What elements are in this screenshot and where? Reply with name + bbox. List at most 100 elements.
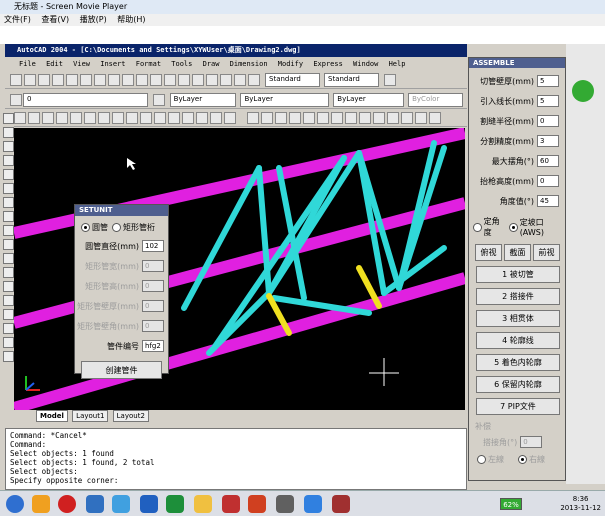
explode-icon[interactable] [224, 112, 236, 124]
menu-format[interactable]: Format [136, 60, 161, 68]
menu-dimension[interactable]: Dimension [230, 60, 268, 68]
menu-view[interactable]: View [73, 60, 90, 68]
point-icon[interactable] [3, 295, 14, 306]
chamfer-icon[interactable] [196, 112, 208, 124]
zoom-previous-icon[interactable] [206, 73, 218, 86]
kerf-radius-input[interactable]: 0 [537, 115, 559, 127]
zoom-window-icon[interactable] [192, 73, 204, 86]
tab-model[interactable]: Model [36, 410, 68, 422]
firefox-icon[interactable] [32, 495, 50, 513]
make-current-icon[interactable] [152, 93, 165, 106]
undo-icon[interactable] [136, 73, 148, 86]
print-icon[interactable] [52, 73, 64, 86]
diameter-input[interactable]: 102 [142, 240, 164, 252]
clock[interactable]: 8:36 2013-11-12 [560, 495, 601, 513]
menu-edit[interactable]: Edit [46, 60, 63, 68]
fixed-groove-radio[interactable] [509, 222, 518, 232]
step-intersect-button[interactable]: 3 相贯体 [476, 310, 560, 327]
rect-tube-radio[interactable] [112, 223, 121, 232]
app-icon[interactable] [332, 495, 350, 513]
excel-icon[interactable] [166, 495, 184, 513]
cut-icon[interactable] [80, 73, 92, 86]
dim-style-combo[interactable]: Standard [324, 72, 379, 87]
lead-in-input[interactable]: 5 [537, 95, 559, 107]
table-icon[interactable] [3, 337, 14, 348]
wall-thickness-input[interactable]: 5 [537, 75, 559, 87]
copy-object-icon[interactable] [28, 112, 40, 124]
interfere-icon[interactable] [387, 112, 399, 124]
tool-palette-icon[interactable] [248, 73, 260, 86]
extend-icon[interactable] [154, 112, 166, 124]
cylinder-icon[interactable] [275, 112, 287, 124]
mtext-icon[interactable] [3, 351, 14, 362]
polyline-icon[interactable] [3, 141, 14, 152]
step-lap-part-button[interactable]: 2 搭接件 [476, 288, 560, 305]
acad-task-icon[interactable] [276, 495, 294, 513]
design-center-icon[interactable] [234, 73, 246, 86]
circle-icon[interactable] [3, 197, 14, 208]
hatch-icon[interactable] [3, 309, 14, 320]
step-pip-file-button[interactable]: 7 PIP文件 [476, 398, 560, 415]
menu-view[interactable]: 查看(V) [41, 15, 69, 24]
layer-combo[interactable]: 0 [22, 92, 148, 107]
tab-layout2[interactable]: Layout2 [112, 410, 149, 422]
torch-height-input[interactable]: 0 [537, 175, 559, 187]
new-icon[interactable] [10, 73, 22, 86]
folder-icon[interactable] [194, 495, 212, 513]
polygon-icon[interactable] [3, 155, 14, 166]
menu-modify[interactable]: Modify [278, 60, 303, 68]
menu-express[interactable]: Express [313, 60, 343, 68]
torus-icon[interactable] [317, 112, 329, 124]
preview-icon[interactable] [66, 73, 78, 86]
save-icon[interactable] [38, 73, 50, 86]
linetype-combo[interactable]: ByLayer [240, 92, 330, 107]
menu-file[interactable]: File [19, 60, 36, 68]
start-button-icon[interactable] [6, 495, 24, 513]
intersect-icon[interactable] [429, 112, 441, 124]
trim-icon[interactable] [140, 112, 152, 124]
round-tube-radio[interactable] [81, 223, 90, 232]
table-style-icon[interactable] [384, 73, 396, 86]
section-icon[interactable] [373, 112, 385, 124]
opera-icon[interactable] [58, 495, 76, 513]
menu-window[interactable]: Window [353, 60, 378, 68]
move-icon[interactable] [84, 112, 96, 124]
paste-icon[interactable] [108, 73, 120, 86]
fixed-angle-radio[interactable] [473, 222, 482, 232]
media-player-icon[interactable] [304, 495, 322, 513]
construction-line-icon[interactable] [3, 127, 14, 138]
create-part-button[interactable]: 创建管件 [81, 361, 162, 379]
zoom-icon[interactable] [178, 73, 190, 86]
tab-layout1[interactable]: Layout1 [72, 410, 109, 422]
battery-indicator[interactable]: 62% [500, 498, 522, 510]
subtract-icon[interactable] [415, 112, 427, 124]
ellipse-arc-icon[interactable] [3, 253, 14, 264]
properties-icon[interactable] [220, 73, 232, 86]
step-color-contour-button[interactable]: 5 着色内轮廓 [476, 354, 560, 371]
bird-app-icon[interactable] [86, 495, 104, 513]
lineweight-combo[interactable]: ByLayer [333, 92, 405, 107]
matchprop-icon[interactable] [122, 73, 134, 86]
max-swing-input[interactable]: 60 [537, 155, 559, 167]
spline-icon[interactable] [3, 225, 14, 236]
menu-tools[interactable]: Tools [171, 60, 192, 68]
ie-icon[interactable] [112, 495, 130, 513]
open-icon[interactable] [24, 73, 36, 86]
top-view-button[interactable]: 俯视 [475, 244, 502, 261]
insert-block-icon[interactable] [3, 267, 14, 278]
menu-file[interactable]: 文件(F) [4, 15, 31, 24]
extrude-icon[interactable] [331, 112, 343, 124]
text-style-combo[interactable]: Standard [265, 72, 320, 87]
make-block-icon[interactable] [3, 281, 14, 292]
array-icon[interactable] [70, 112, 82, 124]
front-view-button[interactable]: 前视 [533, 244, 560, 261]
step-contour-button[interactable]: 4 轮廓线 [476, 332, 560, 349]
stretch-icon[interactable] [126, 112, 138, 124]
pan-icon[interactable] [164, 73, 176, 86]
erase-icon[interactable] [14, 112, 26, 124]
menu-insert[interactable]: Insert [100, 60, 125, 68]
step-keep-contour-button[interactable]: 6 保留内轮廓 [476, 376, 560, 393]
menu-help[interactable]: 帮助(H) [117, 15, 145, 24]
offset-icon[interactable] [56, 112, 68, 124]
revolve-icon[interactable] [345, 112, 357, 124]
